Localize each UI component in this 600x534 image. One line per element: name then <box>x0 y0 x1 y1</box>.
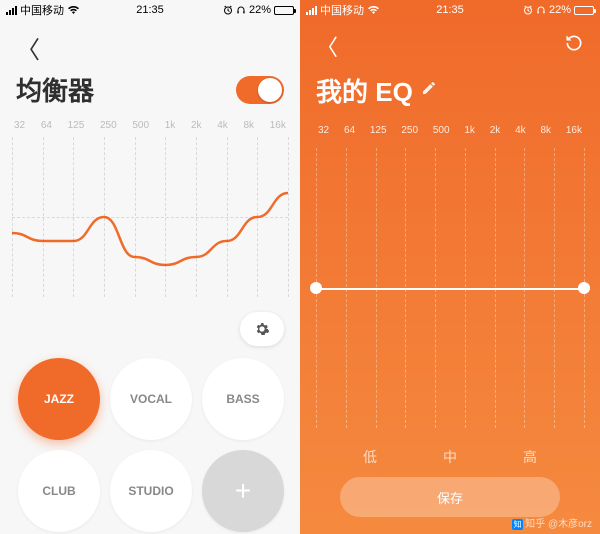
eq-graph[interactable]: 32 64 125 250 500 1k 2k 4k 8k 16k <box>300 125 600 445</box>
battery-icon <box>274 6 294 15</box>
headphone-icon <box>236 5 246 15</box>
eq-toggle[interactable] <box>236 76 284 104</box>
carrier-label: 中国移动 <box>20 2 64 18</box>
freq-label: 4k <box>217 120 228 131</box>
signal-icon <box>306 6 317 15</box>
edit-button[interactable] <box>421 80 437 101</box>
page-title: 我的 EQ <box>316 72 413 109</box>
signal-icon <box>6 6 17 15</box>
freq-label: 125 <box>370 125 387 136</box>
freq-label: 8k <box>541 125 552 136</box>
freq-label: 250 <box>401 125 418 136</box>
freq-label: 500 <box>132 120 149 131</box>
clock: 21:35 <box>136 4 164 16</box>
freq-label: 250 <box>100 120 117 131</box>
range-label: 高 <box>523 447 537 467</box>
freq-label: 32 <box>318 125 329 136</box>
freq-labels: 32 64 125 250 500 1k 2k 4k 8k 16k <box>12 120 288 137</box>
preset-grid: JAZZVOCALBASS CLUBSTUDIO+ <box>0 320 300 532</box>
eq-handle[interactable] <box>310 282 322 294</box>
pencil-icon <box>421 80 437 96</box>
settings-button[interactable] <box>240 312 284 346</box>
alarm-icon <box>223 5 233 15</box>
clock: 21:35 <box>436 4 464 16</box>
eq-flat-line[interactable] <box>320 288 580 290</box>
status-bar: 中国移动 21:35 22% <box>300 0 600 20</box>
freq-label: 16k <box>566 125 582 136</box>
battery-pct: 22% <box>549 4 571 16</box>
battery-pct: 22% <box>249 4 271 16</box>
freq-labels: 32 64 125 250 500 1k 2k 4k 8k 16k <box>316 125 584 142</box>
preset-jazz[interactable]: JAZZ <box>18 358 100 440</box>
wifi-icon <box>67 5 80 15</box>
alarm-icon <box>523 5 533 15</box>
undo-icon <box>564 33 584 53</box>
freq-label: 500 <box>433 125 450 136</box>
eq-graph[interactable]: 32 64 125 250 500 1k 2k 4k 8k 16k <box>0 120 300 320</box>
freq-label: 64 <box>41 120 52 131</box>
reset-button[interactable] <box>564 33 584 59</box>
freq-label: 1k <box>464 125 475 136</box>
headphone-icon <box>536 5 546 15</box>
gear-icon <box>254 321 270 337</box>
freq-label: 32 <box>14 120 25 131</box>
freq-label: 16k <box>270 120 286 131</box>
freq-label: 8k <box>244 120 255 131</box>
battery-icon <box>574 6 594 15</box>
add-preset-button[interactable]: + <box>202 450 284 532</box>
save-button[interactable]: 保存 <box>340 477 560 517</box>
range-label: 中 <box>443 447 457 467</box>
preset-vocal[interactable]: VOCAL <box>110 358 192 440</box>
carrier-label: 中国移动 <box>320 2 364 18</box>
back-button[interactable]: 〈 <box>316 30 338 62</box>
watermark: 知知乎 @木彦orz <box>512 515 592 530</box>
freq-label: 64 <box>344 125 355 136</box>
preset-studio[interactable]: STUDIO <box>110 450 192 532</box>
freq-label: 2k <box>490 125 501 136</box>
eq-handle[interactable] <box>578 282 590 294</box>
freq-label: 2k <box>191 120 202 131</box>
page-title: 均衡器 <box>16 71 94 108</box>
range-labels: 低中高 <box>300 447 600 467</box>
freq-label: 1k <box>165 120 176 131</box>
preset-bass[interactable]: BASS <box>202 358 284 440</box>
status-bar: 中国移动 21:35 22% <box>0 0 300 20</box>
back-button[interactable]: 〈 <box>16 30 40 65</box>
freq-label: 125 <box>68 120 85 131</box>
wifi-icon <box>367 5 380 15</box>
preset-club[interactable]: CLUB <box>18 450 100 532</box>
freq-label: 4k <box>515 125 526 136</box>
range-label: 低 <box>363 447 377 467</box>
